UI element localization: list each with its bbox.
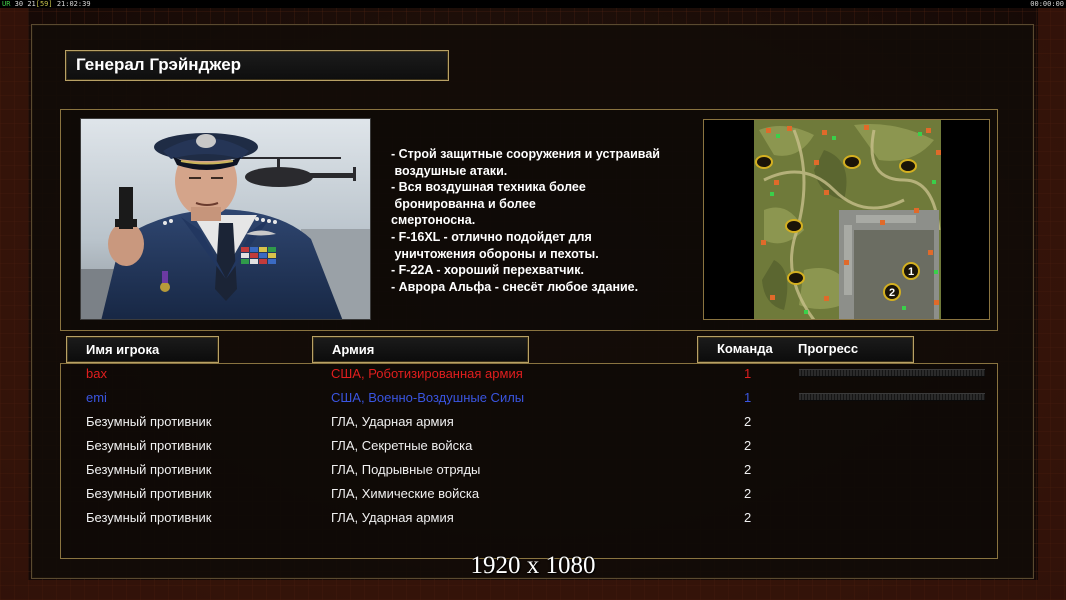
player-row: Безумный противник ГЛА, Химические войска… (0, 484, 1066, 508)
player-team: 2 (744, 462, 752, 477)
description-line: смертоносна. (391, 213, 476, 228)
general-portrait (80, 118, 371, 320)
player-team: 2 (744, 414, 752, 429)
player-row: Безумный противник ГЛА, Ударная армия 2 (0, 508, 1066, 532)
description-line: уничтожения обороны и пехоты. (391, 246, 599, 261)
player-team: 1 (744, 390, 752, 405)
status-left: UR 30 21[59] 21:02:39 (2, 0, 91, 8)
player-army: ГЛА, Подрывные отряды (331, 462, 481, 477)
description-line: - F-22A - хороший перехватчик. (391, 263, 584, 278)
player-name: Безумный противник (86, 510, 212, 525)
description-line: - Строй защитные сооружения и устраивай (391, 147, 660, 161)
header-progress: Прогресс (798, 341, 859, 356)
player-army: США, Роботизированная армия (331, 366, 523, 381)
player-row: emi США, Военно-Воздушные Силы 1 (0, 388, 1066, 412)
player-progress-bar (799, 393, 985, 401)
general-portrait-image (81, 119, 370, 319)
description-line: воздушные атаки. (391, 163, 508, 178)
start-marker-2-label: 2 (889, 287, 895, 299)
status-bar: UR 30 21[59] 21:02:39 00:00:00 (0, 0, 1066, 8)
header-player-name: Имя игрока (66, 336, 219, 363)
player-name: emi (86, 390, 107, 405)
status-value-a: 30 (14, 0, 24, 8)
resolution-caption: 1920 x 1080 (470, 552, 596, 579)
start-marker-2: 2 (883, 283, 901, 301)
map-preview-image: 1 2 (704, 120, 989, 319)
player-name: Безумный противник (86, 414, 212, 429)
description-line: - F-16XL - отлично подойдет для (391, 229, 592, 244)
player-team: 2 (744, 486, 752, 501)
player-row: bax США, Роботизированная армия 1 (0, 364, 1066, 388)
description-line: - Вся воздушная техника более (391, 180, 586, 195)
player-army: США, Военно-Воздушные Силы (331, 390, 525, 405)
player-row: Безумный противник ГЛА, Подрывные отряды 2 (0, 460, 1066, 484)
player-army: ГЛА, Ударная армия (331, 510, 454, 525)
player-row: Безумный противник ГЛА, Секретные войска 2 (0, 436, 1066, 460)
player-name: Безумный противник (86, 462, 212, 477)
general-description: - Строй защитные сооружения и устраивай … (391, 146, 696, 295)
player-name: Безумный противник (86, 438, 212, 453)
general-title: Генерал Грэйнджер (65, 50, 449, 81)
start-marker-1: 1 (902, 262, 920, 280)
status-clock: 21:02:39 (56, 0, 91, 8)
player-army: ГЛА, Ударная армия (331, 414, 454, 429)
player-team: 2 (744, 510, 752, 525)
player-name: Безумный противник (86, 486, 212, 501)
player-progress-bar (799, 369, 985, 377)
player-army: ГЛА, Химические войска (331, 486, 480, 501)
map-preview: 1 2 (703, 119, 990, 320)
player-army: ГЛА, Секретные войска (331, 438, 473, 453)
header-team-progress: Команда Прогресс (697, 336, 914, 363)
description-line: бронированна и более (391, 196, 536, 211)
status-timer: 00:00:00 (1030, 0, 1064, 8)
header-team: Команда (717, 341, 773, 356)
status-tag: UR (2, 0, 11, 8)
player-team: 2 (744, 438, 752, 453)
status-bracket-value: [59] (35, 0, 53, 8)
player-row: Безумный противник ГЛА, Ударная армия 2 (0, 412, 1066, 436)
start-marker-1-label: 1 (908, 266, 914, 278)
description-line: - Аврора Альфа - снесёт любое здание. (391, 279, 639, 294)
player-team: 1 (744, 366, 752, 381)
header-army: Армия (312, 336, 529, 363)
player-name: bax (86, 366, 107, 381)
status-value-b: 21 (27, 0, 36, 8)
